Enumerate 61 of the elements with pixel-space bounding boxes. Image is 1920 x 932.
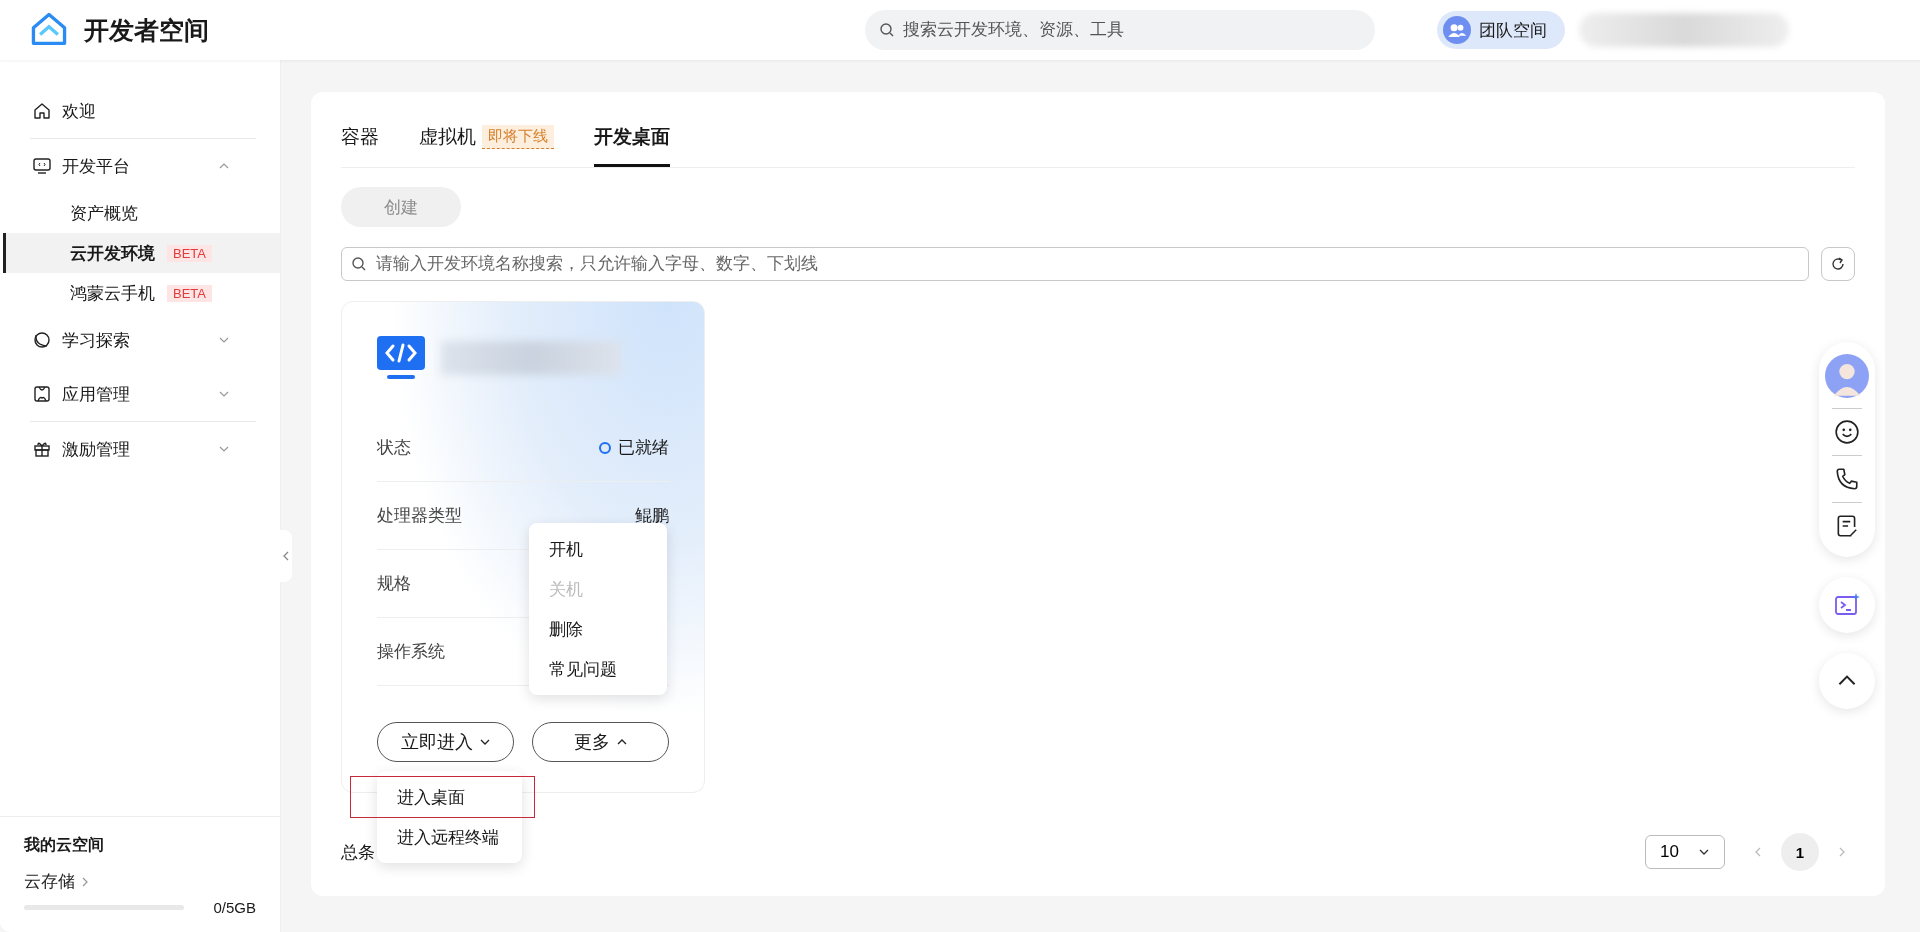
field-label: 处理器类型 bbox=[377, 505, 462, 527]
chevron-left-icon bbox=[1754, 845, 1762, 859]
search-field[interactable]: 搜索云开发环境、资源、工具 bbox=[865, 10, 1375, 50]
nav-subitem[interactable]: 资产概览 bbox=[3, 193, 280, 233]
nav-subitem-label: 鸿蒙云手机 bbox=[70, 282, 155, 305]
planet-icon bbox=[32, 330, 52, 350]
phone-icon bbox=[1834, 466, 1860, 492]
nav-item[interactable]: 激励管理 bbox=[0, 422, 256, 476]
menu-item[interactable]: 常见问题 bbox=[529, 649, 667, 689]
nav-item[interactable]: 学习探索 bbox=[0, 313, 256, 367]
refresh-icon bbox=[1830, 256, 1846, 272]
tab[interactable]: 容器 bbox=[341, 110, 379, 167]
enter-button[interactable]: 立即进入 bbox=[377, 722, 514, 762]
total-count: 总条 bbox=[341, 841, 375, 864]
nav-subitem[interactable]: 云开发环境 BETA bbox=[3, 233, 280, 273]
code-monitor-icon bbox=[377, 336, 425, 380]
search-field[interactable]: 请输入开发环境名称搜索，只允许输入字母、数字、下划线 bbox=[341, 247, 1809, 281]
site-title: 开发者空间 bbox=[84, 14, 209, 46]
app-icon bbox=[32, 384, 52, 404]
status-ring-icon bbox=[598, 440, 612, 455]
tab-label: 开发桌面 bbox=[594, 125, 670, 149]
collapse-handle[interactable] bbox=[280, 530, 292, 582]
tab[interactable]: 开发桌面 bbox=[594, 110, 670, 167]
home-icon bbox=[32, 101, 52, 121]
status-badge: 即将下线 bbox=[482, 125, 554, 149]
beta-badge: BETA bbox=[167, 244, 212, 262]
chevron-right-icon bbox=[1838, 845, 1846, 859]
beta-badge: BETA bbox=[167, 284, 212, 302]
tab[interactable]: 虚拟机 即将下线 bbox=[419, 110, 554, 167]
team-space-button[interactable]: 团队空间 bbox=[1437, 11, 1565, 49]
page-size-select[interactable]: 10 bbox=[1645, 835, 1725, 869]
chevron-right-icon bbox=[81, 875, 89, 888]
field-value: 已就绪 bbox=[618, 437, 669, 459]
tab-label: 虚拟机 bbox=[419, 125, 476, 149]
smiley-icon bbox=[1834, 419, 1860, 445]
menu-item[interactable]: 进入桌面 bbox=[351, 777, 534, 817]
avatar-icon bbox=[1825, 354, 1869, 398]
terminal-sparkle-icon bbox=[1834, 592, 1860, 618]
storage-link[interactable]: 云存储 bbox=[24, 870, 256, 893]
chevron-left-icon bbox=[282, 550, 290, 562]
menu-item[interactable]: 开机 bbox=[529, 529, 667, 569]
field-label: 状态 bbox=[377, 437, 411, 459]
refresh-button[interactable] bbox=[1821, 247, 1855, 281]
menu-item[interactable]: 进入远程终端 bbox=[377, 817, 522, 857]
tab-label: 容器 bbox=[341, 125, 379, 149]
team-icon bbox=[1443, 16, 1471, 44]
storage-usage: 0/5GB bbox=[213, 899, 256, 916]
nav-item[interactable]: 开发平台 bbox=[0, 139, 256, 193]
field-value: 鲲鹏 bbox=[635, 505, 669, 527]
nav-item[interactable]: 应用管理 bbox=[30, 367, 256, 422]
monitor-icon bbox=[32, 156, 52, 176]
page-button[interactable]: 1 bbox=[1781, 833, 1819, 871]
more-button[interactable]: 更多 bbox=[532, 722, 669, 762]
field-label: 操作系统 bbox=[377, 641, 445, 663]
nav-subitem-label: 资产概览 bbox=[70, 202, 138, 225]
nav-subitem-label: 云开发环境 bbox=[70, 242, 155, 265]
nav-subitem[interactable]: 鸿蒙云手机 BETA bbox=[3, 273, 280, 313]
field-label: 规格 bbox=[377, 573, 411, 595]
section-title: 我的云空间 bbox=[24, 835, 105, 855]
menu-item[interactable]: 删除 bbox=[529, 609, 667, 649]
nav-item[interactable]: 欢迎 bbox=[30, 84, 256, 139]
